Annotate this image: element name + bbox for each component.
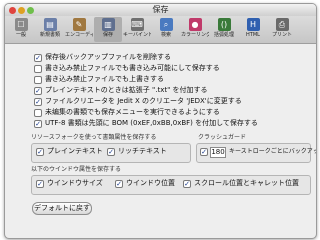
- general-icon: ☐: [14, 18, 28, 31]
- option-label: ウインドウ位置: [126, 179, 175, 187]
- restore-defaults-button[interactable]: デフォルトに戻す: [32, 202, 92, 215]
- keystroke-count-field[interactable]: 180: [210, 147, 226, 158]
- preferences-toolbar: ☐ 一般 ▤ 新規書類 ✎ エンコーディング ▥ 保存 ⌨ キーバインド ⌕ 検…: [5, 16, 316, 44]
- write-protected-overwrite-checkbox[interactable]: [34, 76, 42, 84]
- color-icon: ●: [188, 18, 202, 31]
- tab-key-bindings[interactable]: ⌨ キーバインド: [123, 17, 151, 42]
- tab-label: キーバインド: [123, 32, 151, 38]
- html-icon: H: [246, 18, 260, 31]
- option-label: 書き込み禁止ファイルでも書き込み可能にして保存する: [45, 64, 220, 72]
- crash-guard-checkbox[interactable]: ✓: [200, 148, 208, 156]
- plain-text-checkbox[interactable]: ✓: [36, 148, 44, 156]
- keyboard-icon: ⌨: [130, 18, 144, 31]
- tab-new-document[interactable]: ▤ 新規書類: [36, 17, 64, 42]
- option-label: 未编集の書類でも保存メニューを実行できるようにする: [45, 108, 220, 116]
- encoding-icon: ✎: [72, 18, 86, 31]
- window-title: 保存: [152, 5, 169, 14]
- tab-label: エンコーディング: [65, 32, 93, 38]
- window-position-checkbox[interactable]: ✓: [115, 180, 123, 188]
- option-label: 保存後バックアップファイルを削除する: [45, 53, 171, 61]
- tab-save[interactable]: ▥ 保存: [94, 17, 122, 42]
- save-icon: ▥: [101, 18, 115, 31]
- txt-extension-checkbox[interactable]: ✓: [34, 87, 42, 95]
- tab-brackets[interactable]: () 括弧処理: [210, 17, 238, 42]
- tab-html[interactable]: H HTML: [239, 17, 267, 42]
- tab-coloring[interactable]: ● カラーリング: [181, 17, 209, 42]
- save-preferences-pane: ✓ 保存後バックアップファイルを削除する 書き込み禁止ファイルでも書き込み可能に…: [5, 44, 316, 238]
- tab-label: HTML: [246, 32, 260, 38]
- tab-label: 保存: [102, 32, 113, 38]
- tab-encoding[interactable]: ✎ エンコーディング: [65, 17, 93, 42]
- tab-label: 一般: [15, 32, 26, 38]
- window-attrs-group-label: 以下のウインドウ属性を保存する: [31, 166, 122, 173]
- option-label: UTF-8 書類は先頭に BOM (0xEF,0xBB,0xBF) を付加して保…: [45, 119, 258, 127]
- tab-label: 新規書類: [39, 32, 60, 38]
- delete-backup-checkbox[interactable]: ✓: [34, 54, 42, 62]
- utf8-bom-checkbox[interactable]: ✓: [34, 120, 42, 128]
- option-label: スクロール位置とキャレット位置: [194, 179, 299, 187]
- save-unedited-checkbox[interactable]: [34, 109, 42, 117]
- brackets-icon: (): [217, 18, 231, 31]
- tab-label: 検索: [160, 32, 171, 38]
- new-document-icon: ▤: [43, 18, 57, 31]
- rich-text-checkbox[interactable]: ✓: [107, 148, 115, 156]
- tab-label: プリント: [271, 32, 292, 38]
- option-label: プレインテキストのときは拡張子 ".txt" を付加する: [45, 86, 208, 94]
- option-label: 書き込み禁止ファイルでも上書きする: [45, 75, 164, 83]
- option-label: プレインテキスト: [47, 147, 103, 155]
- crash-guard-label: クラッシュガード: [198, 134, 247, 141]
- scroll-caret-checkbox[interactable]: ✓: [183, 180, 191, 188]
- crash-guard-suffix: キーストロークごとにバックアップ: [229, 148, 317, 155]
- tab-label: 括弧処理: [213, 32, 234, 38]
- tab-general[interactable]: ☐ 一般: [7, 17, 35, 42]
- tab-search[interactable]: ⌕ 検索: [152, 17, 180, 42]
- creator-code-checkbox[interactable]: ✓: [34, 98, 42, 106]
- printer-icon: ⎙: [275, 18, 289, 31]
- tab-label: カラーリング: [181, 32, 209, 38]
- window-size-checkbox[interactable]: ✓: [36, 180, 44, 188]
- option-label: ファイルクリエータを Jedit X のクリエータ 'JEDX'に変更する: [45, 97, 242, 105]
- resource-fork-group-label: リソースフォークを使って書類属性を保存する: [31, 134, 157, 141]
- preferences-window: 保存 ☐ 一般 ▤ 新規書類 ✎ エンコーディング ▥ 保存 ⌨ キーバインド …: [4, 3, 317, 239]
- tab-print[interactable]: ⎙ プリント: [268, 17, 296, 42]
- option-label: ウインドウサイズ: [47, 179, 103, 187]
- option-label: リッチテキスト: [118, 147, 167, 155]
- search-icon: ⌕: [159, 18, 173, 31]
- write-protected-writable-checkbox[interactable]: [34, 65, 42, 73]
